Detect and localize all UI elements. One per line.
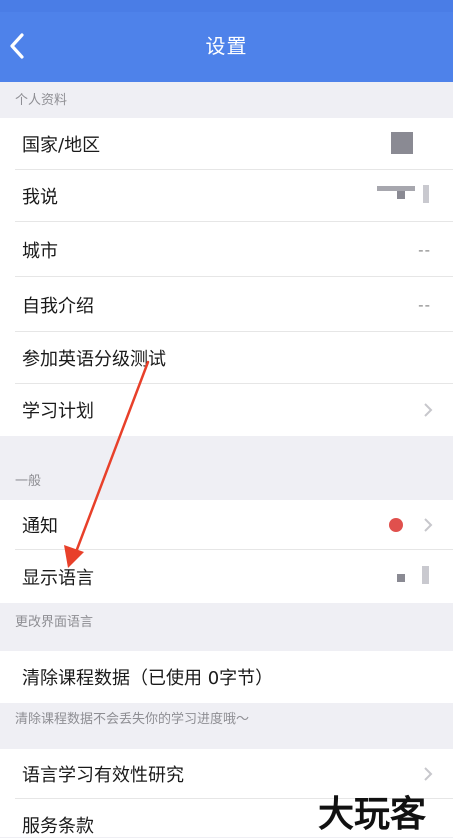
row-city[interactable]: 城市 -- bbox=[0, 222, 453, 277]
svg-text:大玩客: 大玩客 bbox=[318, 794, 426, 834]
country-label: 国家/地区 bbox=[22, 135, 101, 156]
watermark-logo: 大玩客 bbox=[318, 794, 426, 834]
speak-value-redacted bbox=[377, 186, 415, 191]
row-speak-language[interactable]: 我说 bbox=[0, 170, 453, 222]
language-value-redacted-2 bbox=[422, 566, 429, 584]
row-country[interactable]: 国家/地区 bbox=[0, 118, 453, 170]
country-flag-image bbox=[391, 132, 413, 154]
intro-value: -- bbox=[418, 295, 431, 314]
row-clear-course-data[interactable]: 清除课程数据（已使用 0字节） bbox=[0, 651, 453, 703]
chevron-right-icon bbox=[424, 518, 433, 532]
section-header-profile: 个人资料 bbox=[0, 82, 453, 118]
display-language-footnote: 更改界面语言 bbox=[0, 603, 453, 651]
speak-value-redacted-3 bbox=[423, 185, 429, 203]
intro-label: 自我介绍 bbox=[22, 295, 94, 317]
placement-test-label: 参加英语分级测试 bbox=[22, 349, 166, 370]
clear-data-footnote: 清除课程数据不会丢失你的学习进度哦～ bbox=[0, 703, 453, 749]
row-placement-test[interactable]: 参加英语分级测试 bbox=[0, 332, 453, 384]
speak-value-redacted-2 bbox=[397, 191, 405, 199]
page-title: 设置 bbox=[205, 34, 248, 58]
language-value-redacted bbox=[397, 574, 405, 582]
speak-label: 我说 bbox=[22, 187, 58, 208]
chevron-right-icon bbox=[424, 767, 433, 781]
nav-bar: 设置 bbox=[0, 12, 453, 82]
terms-label: 服务条款 bbox=[22, 816, 94, 837]
notification-dot-icon bbox=[389, 518, 403, 532]
row-display-language[interactable]: 显示语言 bbox=[0, 550, 453, 603]
row-notifications[interactable]: 通知 bbox=[0, 500, 453, 550]
clear-course-data-label: 清除课程数据（已使用 0字节） bbox=[22, 668, 274, 689]
city-label: 城市 bbox=[22, 240, 58, 262]
notifications-label: 通知 bbox=[22, 516, 58, 537]
display-language-label: 显示语言 bbox=[22, 567, 94, 589]
research-label: 语言学习有效性研究 bbox=[22, 765, 184, 786]
row-intro[interactable]: 自我介绍 -- bbox=[0, 277, 453, 332]
city-value: -- bbox=[418, 240, 431, 259]
status-bar bbox=[0, 0, 453, 12]
row-study-plan[interactable]: 学习计划 bbox=[0, 384, 453, 436]
section-header-general: 一般 bbox=[0, 436, 453, 500]
study-plan-label: 学习计划 bbox=[22, 401, 94, 422]
chevron-right-icon bbox=[424, 403, 433, 417]
